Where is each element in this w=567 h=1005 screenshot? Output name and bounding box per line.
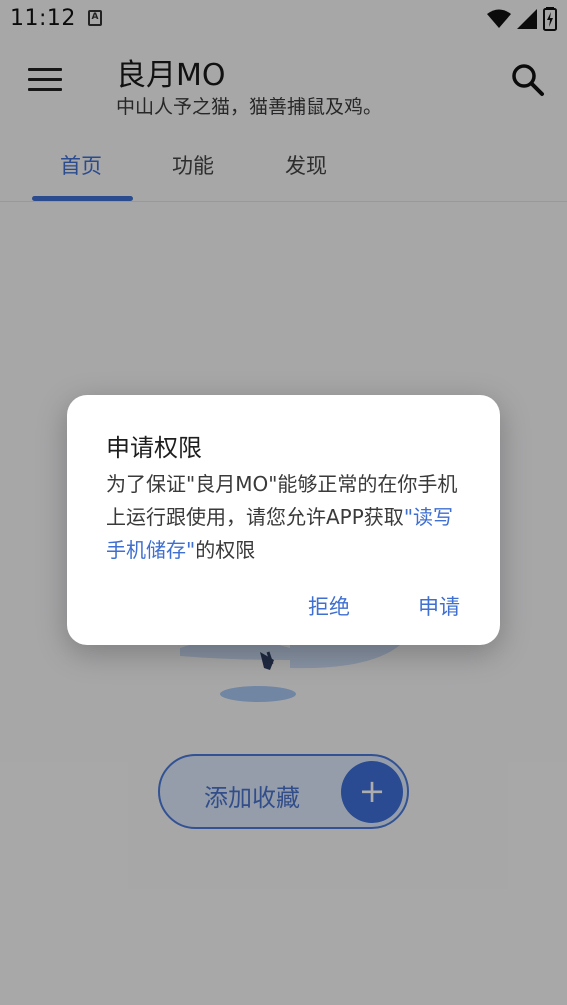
dialog-title: 申请权限: [106, 434, 202, 462]
dialog-message-part2: 的权限: [195, 538, 256, 562]
dialog-message: 为了保证"良月MO"能够正常的在你手机上运行跟使用，请您允许APP获取"读写手机…: [106, 468, 466, 567]
deny-button[interactable]: 拒绝: [308, 591, 350, 621]
permission-dialog: 申请权限 为了保证"良月MO"能够正常的在你手机上运行跟使用，请您允许APP获取…: [67, 395, 500, 645]
apply-button[interactable]: 申请: [418, 591, 460, 621]
dialog-actions: 拒绝 申请: [308, 591, 460, 621]
